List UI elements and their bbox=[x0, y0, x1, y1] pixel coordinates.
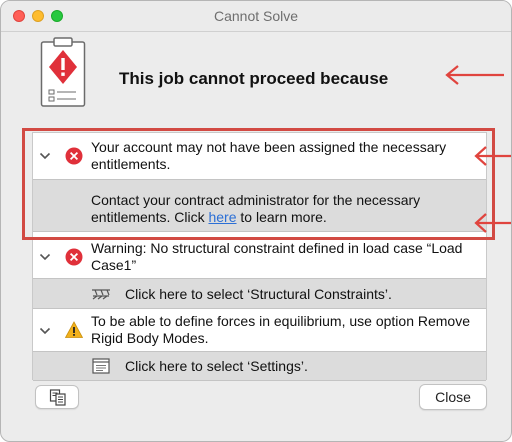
chevron-down-icon[interactable] bbox=[39, 327, 51, 335]
issue-row[interactable]: To be able to define forces in equilibri… bbox=[33, 309, 486, 351]
chevron-down-icon[interactable] bbox=[39, 152, 51, 160]
action-link[interactable]: Click here to select ‘Structural Constra… bbox=[125, 286, 392, 302]
error-x-icon bbox=[65, 147, 83, 165]
annotation-arrow bbox=[474, 146, 511, 166]
issue-list: Your account may not have been assigned … bbox=[32, 132, 487, 381]
issue-message: Your account may not have been assigned … bbox=[91, 139, 447, 172]
structural-constraints-icon bbox=[92, 289, 110, 300]
issue-action-row[interactable]: Click here to select ‘Structural Constra… bbox=[33, 278, 486, 309]
detail-text: Contact your contract administrator for … bbox=[91, 192, 476, 226]
annotation-arrow bbox=[474, 213, 511, 233]
issue-message: Warning: No structural constraint define… bbox=[91, 240, 463, 273]
chevron-down-icon[interactable] bbox=[39, 253, 51, 261]
title-bar: Cannot Solve bbox=[1, 1, 511, 32]
copy-icon bbox=[49, 389, 66, 406]
page-title: This job cannot proceed because bbox=[119, 69, 389, 88]
warning-triangle-icon bbox=[65, 321, 83, 338]
settings-window-icon bbox=[92, 358, 110, 374]
issue-row[interactable]: Warning: No structural constraint define… bbox=[33, 232, 486, 278]
action-link[interactable]: Click here to select ‘Settings’. bbox=[125, 358, 308, 374]
learn-more-link[interactable]: here bbox=[208, 209, 236, 225]
annotation-arrow bbox=[445, 65, 504, 85]
copy-button[interactable] bbox=[35, 385, 79, 409]
issue-detail: Contact your contract administrator for … bbox=[33, 179, 486, 232]
close-button[interactable]: Close bbox=[419, 384, 487, 410]
issue-action-row[interactable]: Click here to select ‘Settings’. bbox=[33, 351, 486, 381]
error-x-icon bbox=[65, 248, 83, 266]
clipboard-warning-icon bbox=[40, 37, 86, 107]
window-title: Cannot Solve bbox=[213, 8, 299, 24]
dialog-window: Cannot Solve This job cannot proceed bec… bbox=[0, 0, 512, 442]
issue-message: To be able to define forces in equilibri… bbox=[91, 313, 470, 346]
detail-suffix: to learn more. bbox=[236, 209, 327, 225]
issue-row[interactable]: Your account may not have been assigned … bbox=[33, 133, 486, 179]
